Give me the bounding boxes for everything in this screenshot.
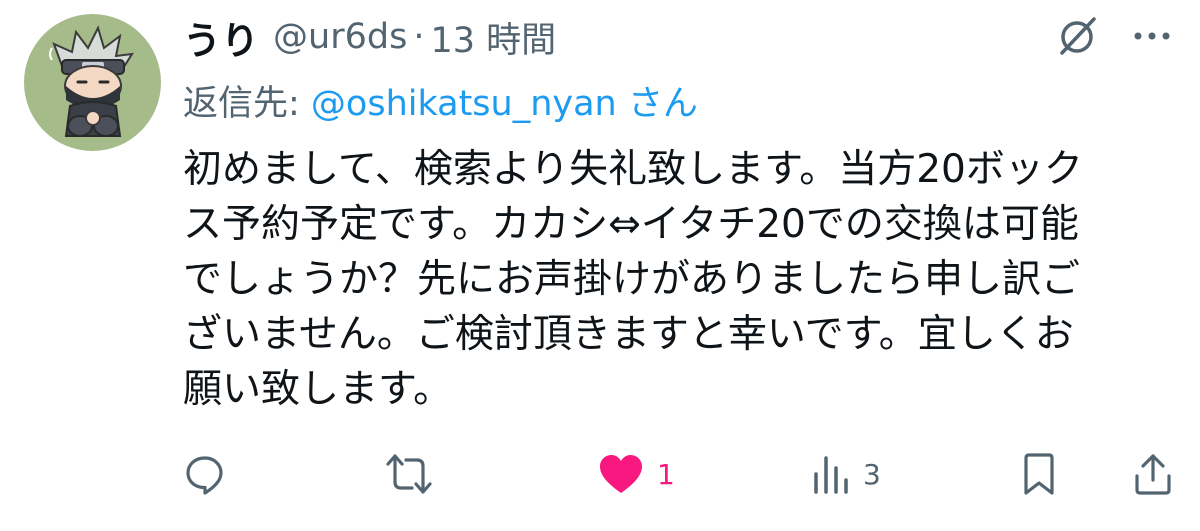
- like-count: 1: [657, 457, 675, 491]
- avatar[interactable]: [24, 14, 161, 151]
- more-icon[interactable]: [1132, 30, 1172, 42]
- reply-to-line: 返信先: @oshikatsu_nyan さん: [183, 75, 698, 126]
- user-handle[interactable]: @ur6ds: [273, 17, 407, 57]
- views-button[interactable]: 3: [811, 448, 881, 500]
- heart-icon: [597, 452, 645, 496]
- bookmark-icon: [1021, 452, 1057, 496]
- display-name[interactable]: うり: [183, 10, 259, 65]
- tweet-header: うり @ur6ds · 13 時間: [183, 10, 556, 65]
- views-icon: [811, 452, 851, 496]
- reply-to-prefix: 返信先:: [183, 84, 311, 124]
- share-icon: [1133, 452, 1173, 496]
- views-count: 3: [863, 457, 881, 491]
- retweet-icon: [385, 452, 433, 496]
- action-bar: 1 3: [183, 448, 1173, 500]
- bookmark-button[interactable]: [1021, 448, 1057, 500]
- separator-dot: ·: [413, 17, 425, 57]
- grok-icon[interactable]: [1056, 14, 1100, 58]
- reply-icon: [183, 452, 227, 496]
- retweet-button[interactable]: [385, 448, 433, 500]
- share-button[interactable]: [1133, 448, 1173, 500]
- reply-to-suffix: さん: [616, 84, 698, 124]
- avatar-illustration: [49, 25, 134, 137]
- tweet-text: 初めまして、検索より失礼致します。当方20ボック ス予約予定です。カカシ⇔イタチ…: [183, 147, 1083, 412]
- timestamp[interactable]: 13 時間: [430, 12, 556, 63]
- reply-button[interactable]: [183, 448, 227, 500]
- header-icons: [1056, 14, 1172, 58]
- like-button[interactable]: 1: [597, 448, 675, 500]
- reply-to-mention[interactable]: @oshikatsu_nyan: [311, 84, 617, 124]
